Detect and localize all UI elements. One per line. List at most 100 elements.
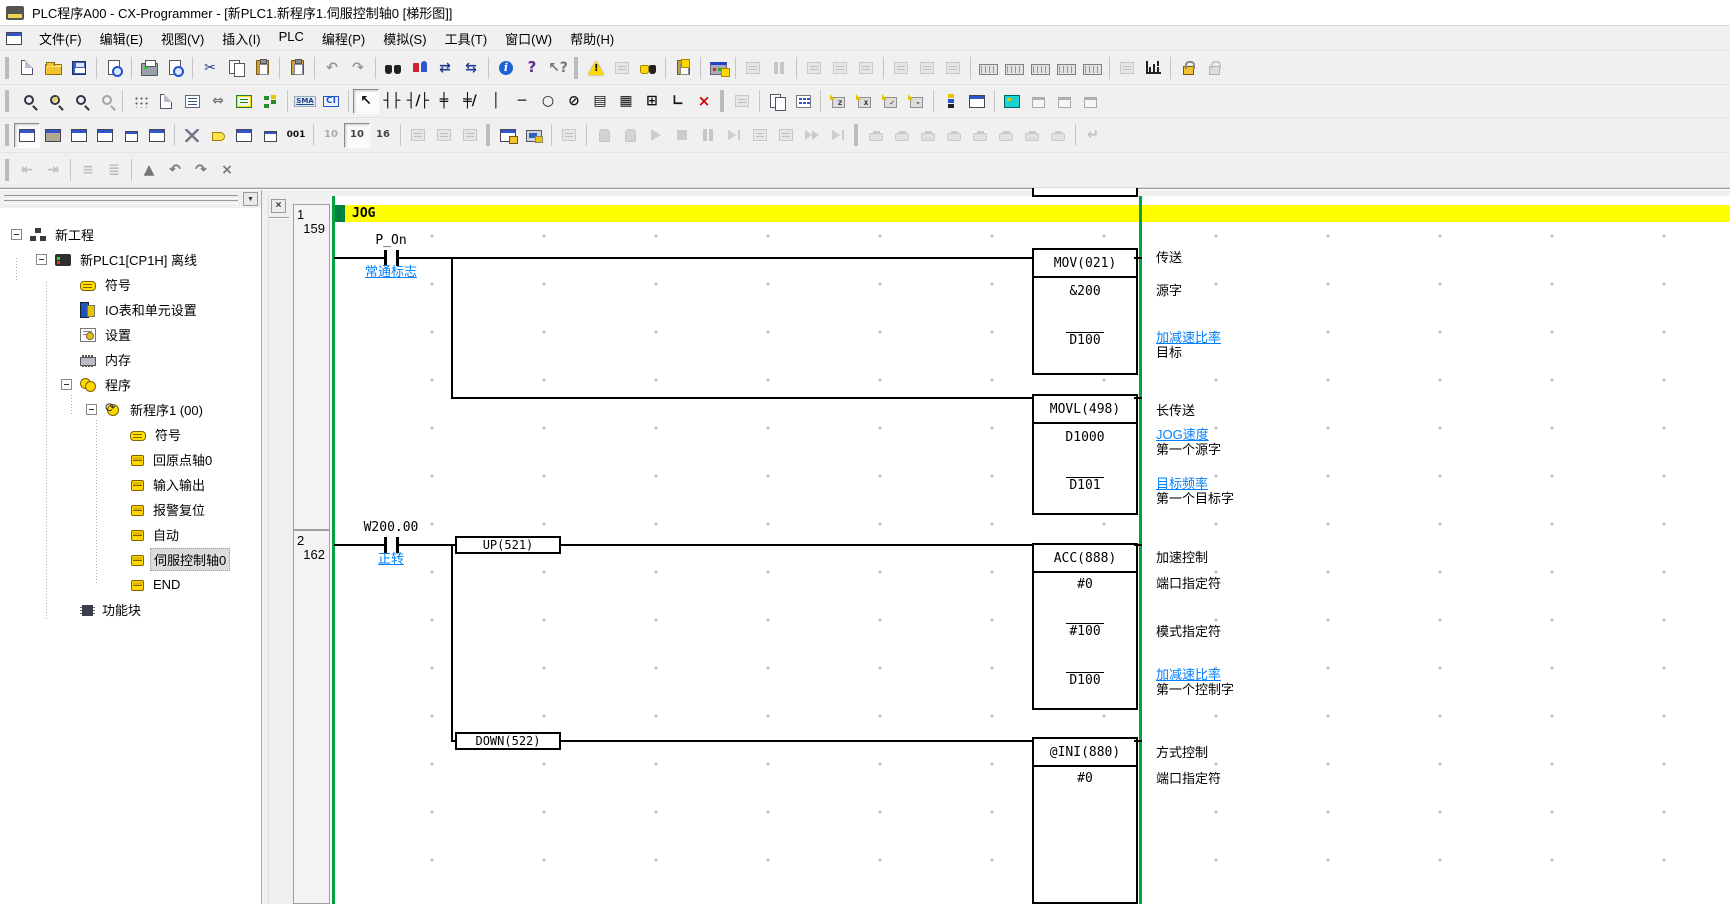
simulator-transfer-icon[interactable] (521, 123, 547, 148)
print-icon[interactable] (136, 55, 162, 80)
new-file-icon[interactable] (14, 55, 40, 80)
menu-item[interactable]: 工具(T) (436, 27, 497, 50)
expand-rungs-icon[interactable]: ⇔ (205, 89, 231, 114)
new-coil-icon[interactable]: ○ (535, 89, 561, 114)
diff-monitor-z-icon[interactable] (825, 89, 851, 114)
page-setup-icon[interactable] (101, 55, 127, 80)
diff-monitor-clear-icon[interactable] (903, 89, 929, 114)
radix-hex-icon[interactable]: 16 (370, 123, 396, 148)
paste-program-icon[interactable] (284, 55, 310, 80)
rung-2-selector[interactable]: 2 162 (293, 530, 330, 904)
expander-minus-icon[interactable] (61, 379, 72, 390)
toolbar-grip[interactable] (5, 124, 9, 146)
tree-item[interactable]: 伺服控制轴0 (0, 547, 262, 572)
contact-w200[interactable]: W200.00 (351, 520, 431, 535)
new-closed-contact-icon[interactable]: ┤/├ (405, 89, 431, 114)
local-symbol-tag-icon[interactable] (205, 123, 231, 148)
save-icon[interactable] (66, 55, 92, 80)
new-or-closed-contact-icon[interactable]: ╪/ (457, 89, 483, 114)
new-fb-parameter-icon[interactable]: ⊞ (639, 89, 665, 114)
menu-item[interactable]: 窗口(W) (496, 27, 561, 50)
online-edit-begin-icon[interactable] (999, 89, 1025, 114)
clear-navigation-icon[interactable]: × (214, 158, 240, 183)
output-window-icon[interactable] (231, 123, 257, 148)
tree-item[interactable]: IO表和单元设置 (0, 297, 262, 322)
menu-item[interactable]: 视图(V) (152, 27, 213, 50)
ladder-monitor-icon[interactable] (1140, 55, 1166, 80)
view-symbols-icon[interactable] (92, 123, 118, 148)
view-properties-icon[interactable] (144, 123, 170, 148)
cross-reference-popup-icon[interactable] (179, 123, 205, 148)
ci-display-icon[interactable]: CI (318, 89, 344, 114)
show-rung-comments-icon[interactable] (153, 89, 179, 114)
operand[interactable]: #100 (1034, 624, 1136, 639)
menu-item[interactable]: 帮助(H) (561, 27, 623, 50)
symbol-table-icon[interactable] (231, 89, 257, 114)
rung-comment-bar[interactable] (334, 205, 1730, 222)
toolbar-grip[interactable] (486, 124, 490, 146)
diff-monitor-x-icon[interactable] (851, 89, 877, 114)
toolbar-grip[interactable] (854, 124, 858, 146)
new-fb-invoke-icon[interactable]: ▦ (613, 89, 639, 114)
expander-minus-icon[interactable] (36, 254, 47, 265)
find-error-icon[interactable] (635, 55, 661, 80)
plc-protect-icon[interactable] (1175, 55, 1201, 80)
watch-stack-icon[interactable] (938, 89, 964, 114)
find-icon[interactable] (380, 55, 406, 80)
contact-p-on[interactable]: P_On (356, 233, 426, 248)
ini-instruction-block[interactable]: @INI(880) #0 (1032, 737, 1138, 904)
tree-item[interactable]: 设置 (0, 322, 262, 347)
context-help-icon[interactable]: ↖? (545, 55, 571, 80)
tree-item[interactable]: 回原点轴0 (0, 447, 262, 472)
operand[interactable]: #0 (1034, 771, 1136, 786)
menu-item[interactable]: 文件(F) (30, 27, 91, 50)
paste-icon[interactable] (249, 55, 275, 80)
watch-small-window-icon[interactable] (257, 123, 283, 148)
tree-item[interactable]: 新PLC1[CP1H] 离线 (0, 247, 262, 272)
tree-item[interactable]: 内存 (0, 347, 262, 372)
delete-vertical-icon[interactable]: ∟ (665, 89, 691, 114)
zoom-in-icon[interactable] (40, 89, 66, 114)
watch-window-icon[interactable] (964, 89, 990, 114)
mdi-child-icon[interactable] (6, 32, 22, 45)
change-plc-model-icon[interactable] (406, 55, 432, 80)
view-ladder-icon[interactable] (14, 123, 40, 148)
view-image-icon[interactable] (40, 123, 66, 148)
navigate-back-icon[interactable]: ↶ (162, 158, 188, 183)
operand[interactable]: &200 (1034, 284, 1136, 299)
delete-icon[interactable]: × (691, 89, 717, 114)
section-tree-icon[interactable] (257, 89, 283, 114)
tree-item[interactable]: 符号 (0, 272, 262, 297)
workspace-dropdown-icon[interactable]: ▼ (243, 192, 258, 206)
help-topics-icon[interactable]: ? (519, 55, 545, 80)
cut-icon[interactable]: ✂ (197, 55, 223, 80)
expander-minus-icon[interactable] (11, 229, 22, 240)
tree-item[interactable]: 输入输出 (0, 472, 262, 497)
transfer-check-icon[interactable] (670, 55, 696, 80)
work-online-icon[interactable] (705, 55, 731, 80)
open-file-icon[interactable] (40, 55, 66, 80)
menu-item[interactable]: 插入(I) (213, 27, 269, 50)
select-mode-icon[interactable]: ↖ (353, 89, 379, 114)
radix-signed-decimal-icon[interactable]: 10 (344, 123, 370, 148)
about-icon[interactable] (493, 55, 519, 80)
new-contact-icon[interactable]: ┤├ (379, 89, 405, 114)
toolbar-grip[interactable] (5, 57, 9, 79)
menu-item[interactable]: 编程(P) (313, 27, 374, 50)
new-instruction-icon[interactable]: ▤ (587, 89, 613, 114)
plc-memory-icon[interactable] (1053, 55, 1079, 80)
operand[interactable]: D100 (1034, 333, 1136, 348)
address-monitor-icon[interactable]: 001 (283, 123, 309, 148)
close-pane-icon[interactable]: × (271, 199, 286, 213)
rung-1-selector[interactable]: 1 159 (293, 204, 330, 530)
memory-card-icon[interactable] (1027, 55, 1053, 80)
new-vertical-icon[interactable]: │ (483, 89, 509, 114)
new-horizontal-icon[interactable]: ─ (509, 89, 535, 114)
menu-item[interactable]: 模拟(S) (374, 27, 435, 50)
mov-instruction-block[interactable]: MOV(021) &200 D100 (1032, 248, 1138, 375)
tree-item[interactable]: 程序 (0, 372, 262, 397)
tree-item[interactable]: 符号 (0, 422, 262, 447)
print-preview-icon[interactable] (162, 55, 188, 80)
movl-instruction-block[interactable]: MOVL(498) D1000 D101 (1032, 394, 1138, 515)
tree-item[interactable]: 自动 (0, 522, 262, 547)
